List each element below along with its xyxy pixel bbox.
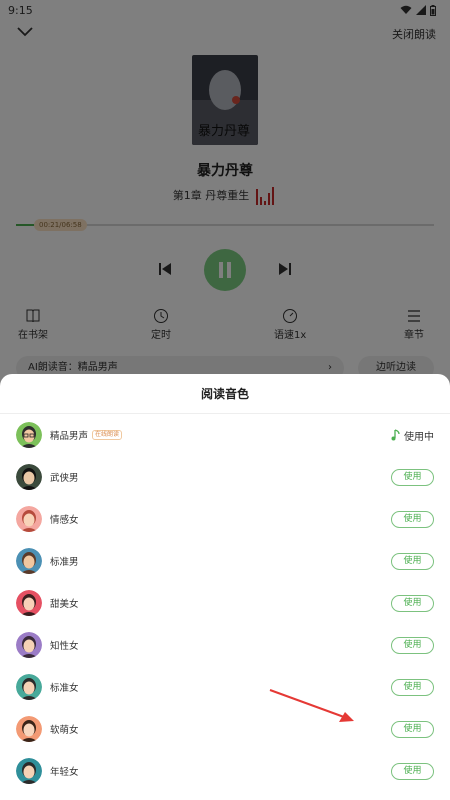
voice-name: 软萌女: [50, 725, 79, 736]
voice-row[interactable]: 武侠男 使用: [0, 456, 450, 498]
voice-row[interactable]: 情感女 使用: [0, 498, 450, 540]
cute-woman-avatar: [16, 716, 42, 742]
voice-row[interactable]: 甜美女 使用: [0, 582, 450, 624]
use-button[interactable]: 使用: [391, 762, 434, 780]
wuxia-man-avatar: [16, 464, 42, 490]
voice-name: 标准女: [50, 683, 79, 694]
use-button[interactable]: 使用: [391, 636, 434, 654]
voice-name: 年轻女: [50, 767, 79, 778]
use-button[interactable]: 使用: [391, 468, 434, 486]
online-tag: 在线朗读: [92, 430, 123, 440]
voice-name: 情感女: [50, 515, 79, 526]
voice-name: 知性女: [50, 641, 79, 652]
use-button[interactable]: 使用: [391, 510, 434, 528]
voice-row[interactable]: 标准女 使用: [0, 666, 450, 708]
in-use-indicator: 使用中: [390, 428, 434, 443]
in-use-label: 使用中: [404, 431, 434, 443]
voice-row[interactable]: 知性女 使用: [0, 624, 450, 666]
voice-sheet: 阅读音色 精品男声 在线朗读 使用中 武侠男 使用 情感女 使用 标准男 使用 甜美女 使用 知性女使…: [0, 374, 450, 800]
standard-woman-avatar: [16, 674, 42, 700]
voice-row[interactable]: 标准男 使用: [0, 540, 450, 582]
intellectual-woman-avatar: [16, 632, 42, 658]
young-woman-avatar: [16, 758, 42, 784]
standard-man-avatar: [16, 548, 42, 574]
voice-row[interactable]: 软萌女 使用: [0, 708, 450, 750]
use-button[interactable]: 使用: [391, 720, 434, 738]
voice-name: 武侠男: [50, 473, 79, 484]
voice-row[interactable]: 年轻女 使用: [0, 750, 450, 792]
voice-name: 精品男声: [50, 431, 89, 442]
voice-row[interactable]: 精品男声 在线朗读 使用中: [0, 414, 450, 456]
use-button[interactable]: 使用: [391, 552, 434, 570]
sweet-woman-avatar: [16, 590, 42, 616]
emotional-woman-avatar: [16, 506, 42, 532]
music-note-icon: [391, 429, 400, 441]
man-glasses-avatar: [16, 422, 42, 448]
sheet-title: 阅读音色: [0, 374, 450, 414]
use-button[interactable]: 使用: [391, 594, 434, 612]
voice-name: 甜美女: [50, 599, 79, 610]
use-button[interactable]: 使用: [391, 678, 434, 696]
voice-name: 标准男: [50, 557, 79, 568]
voice-list: 精品男声 在线朗读 使用中 武侠男 使用 情感女 使用 标准男 使用 甜美女 使用 知性女 使用 标准女使…: [0, 414, 450, 792]
